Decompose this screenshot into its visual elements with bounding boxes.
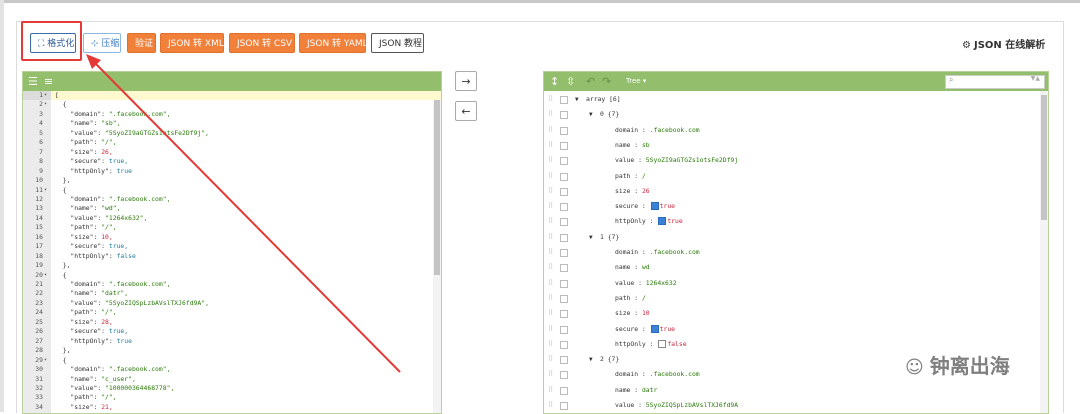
watermark-text: 钟离出海 (929, 354, 1010, 378)
watermark: ☺ 钟离出海 (905, 350, 1010, 379)
wechat-icon: ☺ (905, 357, 924, 378)
